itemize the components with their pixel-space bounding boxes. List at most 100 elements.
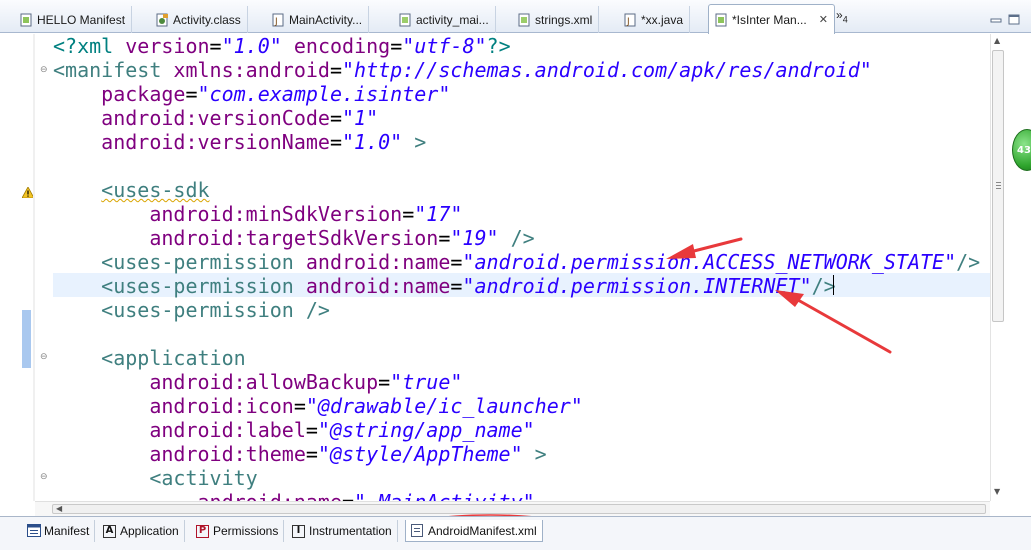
xml-source-editor[interactable]: ⊖ ⊖ ⊖ <?xml version="1.0" encoding="utf-… — [0, 34, 1031, 516]
code-area[interactable]: <?xml version="1.0" encoding="utf-8"?> <m… — [35, 34, 990, 501]
code-token: <uses-permission /> — [101, 298, 330, 322]
code-token: "17" — [414, 202, 463, 226]
editor-tab-mainactivity[interactable]: J MainActivity... — [266, 6, 370, 33]
java-file-icon: J — [272, 13, 285, 27]
code-line[interactable]: android:allowBackup="true" — [53, 370, 462, 394]
close-icon[interactable]: ✕ — [819, 13, 828, 26]
code-token: <application — [101, 346, 246, 370]
code-token: android:minSdkVersion — [149, 202, 403, 226]
permissions-page-icon: P — [196, 524, 209, 538]
code-line[interactable]: <uses-sdk — [53, 178, 210, 202]
page-tab-label: Manifest — [44, 524, 90, 538]
editor-tab-label: *IsInter Man... — [732, 12, 807, 27]
page-tab-android-manifest-xml[interactable]: AndroidManifest.xml — [405, 520, 543, 542]
editor-tab-label: activity_mai... — [416, 12, 489, 27]
code-token: = — [185, 82, 198, 106]
code-token: version — [125, 34, 210, 58]
code-line[interactable]: <uses-permission android:name="android.p… — [53, 274, 836, 298]
code-token: "android.permission.ACCESS_NETWORK_STATE… — [462, 250, 957, 274]
tab-overflow-button[interactable]: »4 — [836, 8, 848, 24]
code-line[interactable]: package="com.example.isinter" — [53, 82, 450, 106]
code-token: <uses-sdk — [101, 178, 210, 202]
code-token: xmlns:android — [173, 58, 330, 82]
code-token: <uses-permission — [101, 274, 306, 298]
editor-tab-label: strings.xml — [535, 12, 593, 27]
scroll-up-icon[interactable]: ▲ — [994, 36, 1000, 45]
code-line[interactable]: <manifest xmlns:android="http://schemas.… — [53, 58, 872, 82]
code-line[interactable]: android:targetSdkVersion="19" /> — [53, 226, 534, 250]
class-file-icon — [156, 13, 169, 27]
code-line[interactable]: android:name=".MainActivity" — [53, 490, 535, 501]
code-token: "1" — [342, 106, 379, 130]
page-tab-manifest[interactable]: Manifest — [22, 520, 96, 542]
code-line[interactable]: <uses-permission /> — [53, 298, 330, 322]
code-line[interactable]: android:theme="@style/AppTheme" > — [53, 442, 546, 466]
code-token: android:versionCode — [101, 106, 330, 130]
editor-tab-xx-java[interactable]: J *xx.java — [618, 6, 691, 33]
code-token: = — [329, 58, 343, 82]
page-tab-application[interactable]: A Application — [98, 520, 185, 542]
maximize-icon[interactable] — [1008, 10, 1020, 25]
code-token: android:targetSdkVersion — [149, 226, 439, 250]
code-line[interactable]: android:label="@string/app_name" — [53, 418, 534, 442]
code-line[interactable]: android:minSdkVersion="17" — [53, 202, 462, 226]
code-token: <?xml — [53, 34, 126, 58]
code-token: "1.0" — [342, 130, 403, 154]
code-token: = — [305, 442, 318, 466]
page-tab-permissions[interactable]: P Permissions — [191, 520, 285, 542]
scrollbar-grip — [996, 185, 1001, 186]
xml-source-icon — [411, 523, 424, 538]
android-manifest-icon — [715, 13, 728, 27]
editor-tab-activity-class[interactable]: Activity.class — [150, 6, 248, 33]
scroll-left-icon[interactable]: ◀ — [56, 504, 62, 513]
code-token: ?> — [486, 34, 511, 58]
vertical-scrollbar-thumb[interactable] — [992, 50, 1004, 322]
editor-tab-strings-xml[interactable]: strings.xml — [512, 6, 600, 33]
code-line[interactable]: android:versionCode="1" — [53, 106, 378, 130]
editor-tab-activity-main[interactable]: activity_mai... — [393, 6, 496, 33]
code-token: = — [450, 250, 463, 274]
code-line[interactable]: android:versionName="1.0" > — [53, 130, 426, 154]
minimize-icon[interactable] — [990, 10, 1002, 23]
editor-tab-bar: HELLO Manifest Activity.class J MainActi… — [0, 0, 1031, 34]
page-tab-instrumentation[interactable]: I Instrumentation — [287, 520, 398, 542]
quick-diff-marker — [22, 310, 31, 368]
scrollbar-grip — [996, 182, 1001, 183]
code-line[interactable]: <uses-permission android:name="android.p… — [53, 250, 980, 274]
code-token: = — [342, 490, 354, 501]
xml-file-icon — [399, 13, 412, 27]
editor-tab-label: *xx.java — [641, 12, 684, 27]
editor-tab-isinter-manifest[interactable]: *IsInter Man... ✕ — [708, 4, 835, 34]
code-token: = — [329, 106, 342, 130]
svg-text:J: J — [274, 17, 278, 27]
code-token: "android.permission.INTERNET" — [462, 274, 812, 298]
manifest-page-tabs: Manifest A Application P Permissions I I… — [0, 516, 1031, 550]
floating-badge[interactable]: 43 — [1012, 129, 1031, 171]
code-line[interactable]: <activity — [53, 466, 257, 490]
horizontal-scrollbar-thumb[interactable] — [52, 504, 986, 514]
code-token: android:theme — [149, 442, 306, 466]
code-token: package — [101, 82, 186, 106]
code-line[interactable]: android:icon="@drawable/ic_launcher" — [53, 394, 583, 418]
code-line[interactable]: <application — [53, 346, 246, 370]
svg-text:J: J — [626, 17, 630, 27]
scroll-down-icon[interactable]: ▼ — [994, 487, 1000, 496]
code-line[interactable]: <?xml version="1.0" encoding="utf-8"?> — [53, 34, 511, 58]
editor-tab-hello-manifest[interactable]: HELLO Manifest — [14, 6, 133, 33]
hidden-tab-count: 4 — [842, 14, 848, 25]
code-token: android:name — [198, 490, 343, 501]
chevron-double-right-icon: » — [836, 8, 843, 22]
page-tab-label: Permissions — [213, 524, 279, 538]
code-token: "19" — [450, 226, 499, 250]
xml-file-icon — [518, 13, 531, 27]
